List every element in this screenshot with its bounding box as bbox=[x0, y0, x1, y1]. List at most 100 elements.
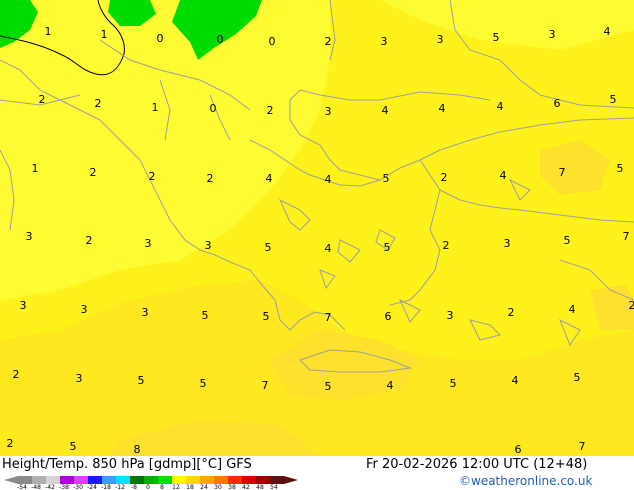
temperature-label: 3 bbox=[81, 303, 88, 316]
weather-map: 1 1 0 0 0 2 3 3 5 3 4 2 2 1 0 2 3 4 4 4 6 5 1 2 2 2 4 4 5 2 4 7 5 3 2 3 3 5 4 5… bbox=[0, 0, 634, 456]
colorbar-tick-label: -8 bbox=[131, 484, 137, 490]
temperature-label: 5 bbox=[617, 162, 624, 175]
colorbar-swatch bbox=[46, 476, 60, 484]
map-title: Height/Temp. 850 hPa [gdmp][°C] GFS bbox=[2, 457, 252, 472]
colorbar-tick-label: -38 bbox=[59, 484, 69, 490]
temperature-label: 1 bbox=[45, 25, 52, 38]
colorbar-tick-label: -48 bbox=[31, 484, 41, 490]
temperature-label: 7 bbox=[262, 379, 269, 392]
colorbar-tick-label: 54 bbox=[270, 484, 278, 490]
colorbar-swatch bbox=[200, 476, 214, 484]
temperature-label: 3 bbox=[76, 372, 83, 385]
temperature-label: 5 bbox=[564, 234, 571, 247]
temperature-label: 2 bbox=[90, 166, 97, 179]
temperature-label: 5 bbox=[138, 374, 145, 387]
colorbar-swatch bbox=[32, 476, 46, 484]
temperature-label: 2 bbox=[207, 172, 214, 185]
colorbar-ticks: -54 -48 -42 -38 -30 -24 -18 -12 -8 0 8 12 18 24 30 38 42… bbox=[17, 484, 278, 490]
temperature-label: 4 bbox=[604, 25, 611, 38]
temperature-label: 0 bbox=[217, 33, 224, 46]
colorbar-swatch bbox=[88, 476, 102, 484]
temperature-label: 7 bbox=[325, 311, 332, 324]
temperature-label: 6 bbox=[554, 97, 561, 110]
temperature-label: 7 bbox=[623, 230, 630, 243]
colorbar-tick-label: 18 bbox=[186, 484, 194, 490]
colorbar-swatches bbox=[4, 476, 298, 484]
temperature-label: 3 bbox=[142, 306, 149, 319]
temperature-label: 2 bbox=[629, 299, 634, 312]
temperature-label: 5 bbox=[493, 31, 500, 44]
temperature-label: 0 bbox=[269, 35, 276, 48]
map-figure: 1100023353422102344465122244524753233545… bbox=[0, 0, 634, 490]
temperature-label: 3 bbox=[437, 33, 444, 46]
colorbar: -54 -48 -42 -38 -30 -24 -18 -12 -8 0 8 12 18 24 30 38 42… bbox=[4, 476, 298, 490]
colorbar-min-arrow bbox=[4, 476, 18, 484]
temperature-label: 3 bbox=[26, 230, 33, 243]
temperature-label: 4 bbox=[387, 379, 394, 392]
colorbar-swatch bbox=[270, 476, 284, 484]
colorbar-tick-label: 24 bbox=[200, 484, 208, 490]
colorbar-tick-label: -18 bbox=[101, 484, 111, 490]
temperature-label: 5 bbox=[384, 241, 391, 254]
colorbar-swatch bbox=[18, 476, 32, 484]
valid-time: Fr 20-02-2026 12:00 UTC (12+48) bbox=[366, 457, 588, 472]
colorbar-swatch bbox=[60, 476, 74, 484]
credit-link[interactable]: ©weatheronline.co.uk bbox=[459, 474, 592, 488]
colorbar-tick-label: -54 bbox=[17, 484, 27, 490]
colorbar-tick-label: 48 bbox=[256, 484, 264, 490]
colorbar-swatch bbox=[214, 476, 228, 484]
temperature-label: 8 bbox=[134, 443, 141, 456]
temperature-label: 3 bbox=[145, 237, 152, 250]
field-title: Height/Temp. 850 hPa [gdmp][°C] bbox=[2, 457, 223, 472]
temperature-label: 2 bbox=[443, 239, 450, 252]
colorbar-max-arrow bbox=[284, 476, 298, 484]
temperature-label: 5 bbox=[200, 377, 207, 390]
temperature-label: 6 bbox=[385, 310, 392, 323]
temperature-label: 3 bbox=[447, 309, 454, 322]
temperature-label: 4 bbox=[569, 303, 576, 316]
temperature-label: 2 bbox=[86, 234, 93, 247]
temperature-label: 1 bbox=[152, 101, 159, 114]
temperature-label: 2 bbox=[95, 97, 102, 110]
temperature-label: 4 bbox=[439, 102, 446, 115]
colorbar-swatch bbox=[144, 476, 158, 484]
colorbar-swatch bbox=[242, 476, 256, 484]
temperature-label: 5 bbox=[610, 93, 617, 106]
colorbar-tick-label: 42 bbox=[242, 484, 250, 490]
temperature-label: 4 bbox=[325, 242, 332, 255]
temperature-label: 0 bbox=[210, 102, 217, 115]
colorbar-tick-label: 12 bbox=[172, 484, 180, 490]
temperature-label: 2 bbox=[325, 35, 332, 48]
temperature-label: 7 bbox=[559, 166, 566, 179]
temperature-label: 2 bbox=[39, 93, 46, 106]
colorbar-tick-label: 0 bbox=[146, 484, 150, 490]
colorbar-swatch bbox=[256, 476, 270, 484]
model-name: GFS bbox=[226, 457, 252, 472]
colorbar-swatch bbox=[116, 476, 130, 484]
temperature-label: 2 bbox=[149, 170, 156, 183]
colorbar-tick-label: 38 bbox=[228, 484, 236, 490]
temperature-label: 3 bbox=[205, 239, 212, 252]
temperature-label: 4 bbox=[382, 104, 389, 117]
colorbar-swatch bbox=[130, 476, 144, 484]
temperature-label: 2 bbox=[441, 171, 448, 184]
temperature-label: 2 bbox=[13, 368, 20, 381]
temperature-label: 3 bbox=[325, 105, 332, 118]
colorbar-tick-label: -24 bbox=[87, 484, 97, 490]
temperature-label: 3 bbox=[549, 28, 556, 41]
colorbar-swatch bbox=[158, 476, 172, 484]
colorbar-tick-label: -42 bbox=[45, 484, 55, 490]
temperature-label: 5 bbox=[574, 371, 581, 384]
temperature-label: 3 bbox=[381, 35, 388, 48]
colorbar-tick-label: 30 bbox=[214, 484, 222, 490]
temperature-label: 5 bbox=[265, 241, 272, 254]
temperature-label: 4 bbox=[497, 100, 504, 113]
temperature-label: 5 bbox=[263, 310, 270, 323]
temperature-label: 4 bbox=[266, 172, 273, 185]
colorbar-swatch bbox=[74, 476, 88, 484]
colorbar-tick-label: 8 bbox=[160, 484, 164, 490]
temperature-label: 5 bbox=[70, 440, 77, 453]
temperature-label: 4 bbox=[512, 374, 519, 387]
colorbar-tick-label: -30 bbox=[73, 484, 83, 490]
temperature-label: 2 bbox=[267, 104, 274, 117]
